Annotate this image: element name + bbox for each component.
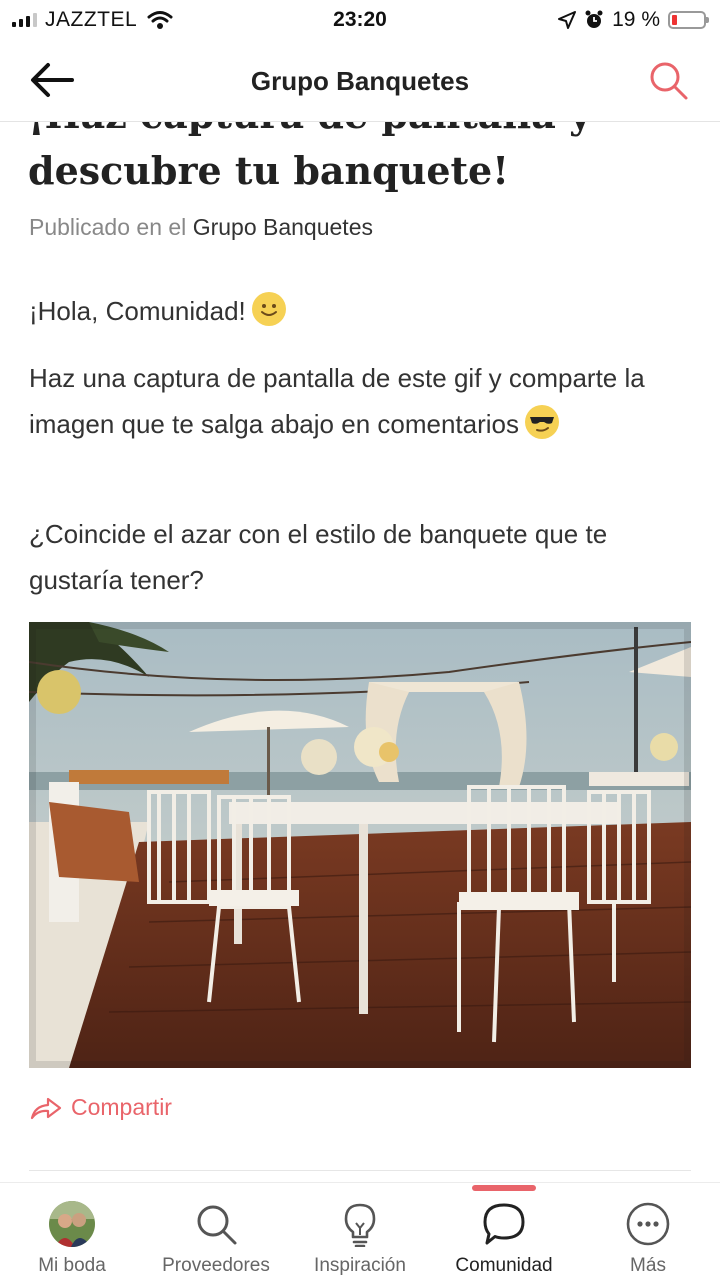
published-info: Publicado en el Grupo Banquetes [29, 214, 373, 241]
banquet-photo-illustration [29, 622, 691, 1068]
tab-label: Proveedores [162, 1255, 270, 1276]
tab-proveedores[interactable]: Proveedores [144, 1183, 288, 1280]
group-link[interactable]: Grupo Banquetes [193, 214, 373, 240]
smiling-face-icon [251, 292, 286, 326]
tab-label: Mi boda [38, 1255, 106, 1276]
share-label: Compartir [71, 1094, 172, 1120]
tab-label: Inspiración [314, 1255, 406, 1276]
search-icon [650, 62, 688, 100]
tab-comunidad[interactable]: Comunidad [432, 1183, 576, 1280]
more-icon [626, 1202, 670, 1246]
share-button[interactable]: Compartir [29, 1094, 172, 1121]
alarm-icon [585, 10, 603, 28]
body-paragraph-1: Haz una captura de pantalla de este gif … [29, 355, 699, 447]
chat-bubble-icon [483, 1203, 525, 1245]
tab-label: Más [630, 1255, 666, 1276]
share-icon [30, 1097, 62, 1119]
battery-icon [668, 11, 709, 29]
lightbulb-icon [344, 1203, 376, 1247]
tab-label: Comunidad [455, 1255, 553, 1276]
status-bar: JAZZTEL 23:20 19 % [0, 0, 720, 40]
nav-title: Grupo Banquetes [250, 66, 470, 96]
content-divider [29, 1170, 691, 1171]
greeting-text: ¡Hola, Comunidad! [29, 296, 246, 326]
location-icon [558, 11, 577, 29]
tab-bar: Mi boda Proveedores Inspiración Comunida… [0, 1182, 720, 1280]
nav-bar: Grupo Banquetes [0, 40, 720, 122]
search-icon [197, 1205, 237, 1245]
greeting-paragraph: ¡Hola, Comunidad! [29, 288, 699, 334]
body-paragraph-2: ¿Coincide el azar con el estilo de banqu… [29, 519, 608, 595]
banquet-photo[interactable] [29, 622, 691, 1068]
active-tab-indicator [472, 1185, 536, 1191]
post-title: descubre tu banquete! [28, 148, 509, 193]
battery-percentage: 19 % [612, 8, 660, 31]
tab-inspiracion[interactable]: Inspiración [288, 1183, 432, 1280]
sunglasses-face-icon [525, 405, 559, 439]
search-button[interactable] [646, 58, 690, 102]
avatar [49, 1201, 95, 1247]
tab-mas[interactable]: Más [576, 1183, 720, 1280]
published-prefix: Publicado en el [29, 214, 187, 240]
tab-mi-boda[interactable]: Mi boda [0, 1183, 144, 1280]
